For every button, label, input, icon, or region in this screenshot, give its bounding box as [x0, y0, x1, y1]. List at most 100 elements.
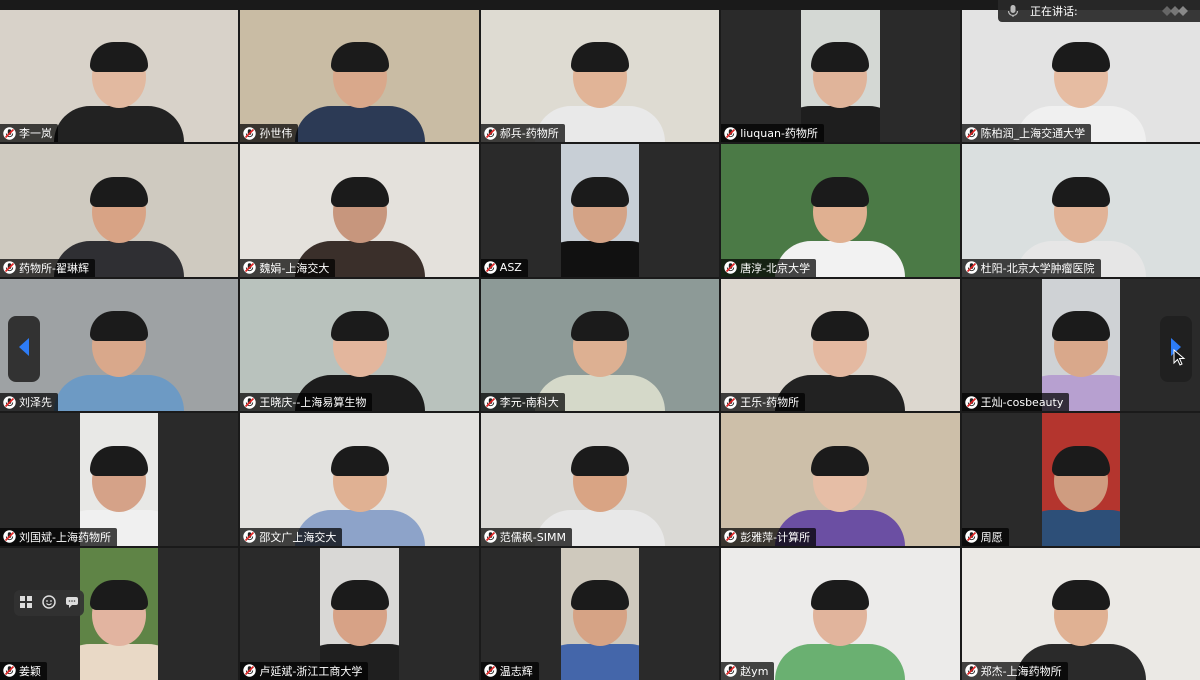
- participant-tile[interactable]: 郑杰-上海药物所: [961, 547, 1200, 680]
- participant-tile[interactable]: 王乐-药物所: [721, 278, 960, 412]
- participant-tile[interactable]: 邵文广上海交大: [240, 413, 479, 546]
- participant-tile[interactable]: 卢延斌-浙江工商大学: [240, 547, 479, 680]
- participant-tile[interactable]: 孙世伟: [240, 10, 479, 143]
- muted-mic-icon: [3, 261, 16, 274]
- emoji-icon[interactable]: [42, 594, 56, 613]
- muted-mic-icon: [484, 261, 497, 274]
- participant-tile[interactable]: 范儒枫-SIMM: [480, 413, 720, 546]
- gallery-grid: 李一岚 孙世伟 郝兵-药物所 liuquan-药物所 陈柏润_上海交通大学 药物…: [0, 10, 1200, 680]
- participant-video: [721, 413, 960, 546]
- participant-name-tag: 范儒枫-SIMM: [480, 527, 572, 546]
- participant-video: [0, 144, 239, 277]
- participant-name: 彭雅萍-计算所: [740, 530, 811, 544]
- muted-mic-icon: [724, 664, 737, 678]
- participant-name: 陈柏润_上海交通大学: [980, 127, 1086, 141]
- participant-video: [721, 144, 960, 277]
- participant-video: [240, 413, 479, 546]
- participant-name-tag: 陈柏润_上海交通大学: [961, 124, 1092, 143]
- muted-mic-icon: [243, 395, 257, 409]
- muted-mic-icon: [724, 395, 737, 409]
- participant-name-tag: 王灿-cosbeauty: [961, 393, 1070, 412]
- muted-mic-icon: [3, 664, 16, 678]
- muted-mic-icon: [243, 664, 257, 678]
- tile-toolbar: [14, 590, 84, 616]
- participant-name-tag: 温志辉: [480, 661, 539, 680]
- participant-video: [560, 144, 640, 277]
- participant-video: [721, 547, 960, 680]
- participant-tile[interactable]: 唐淳-北京大学: [721, 144, 960, 277]
- participant-video: [801, 10, 880, 143]
- participant-name-tag: 周愿: [961, 527, 1009, 546]
- participant-name-tag: 邵文广上海交大: [240, 527, 343, 546]
- muted-mic-icon: [964, 664, 978, 678]
- mouse-cursor-icon: [1173, 348, 1187, 367]
- participant-name: 魏娟-上海交大: [259, 261, 330, 275]
- participant-name: 邵文广上海交大: [259, 530, 337, 544]
- participant-video: [480, 278, 720, 412]
- participant-tile[interactable]: 王晓庆--上海易算生物: [240, 278, 479, 412]
- participant-name-tag: ASZ: [480, 258, 528, 277]
- participant-tile[interactable]: 陈柏润_上海交通大学: [961, 10, 1200, 143]
- participant-name: 李元-南科大: [499, 396, 559, 410]
- grid-icon[interactable]: [19, 594, 33, 613]
- muted-mic-icon: [484, 664, 497, 678]
- participant-name: 王晓庆--上海易算生物: [259, 396, 367, 410]
- participant-tile[interactable]: 李元-南科大: [480, 278, 720, 412]
- participant-name: 卢延斌-浙江工商大学: [259, 664, 363, 678]
- participant-name-tag: 卢延斌-浙江工商大学: [240, 661, 369, 680]
- participant-name-tag: 刘国斌-上海药物所: [0, 527, 117, 546]
- participant-video: [961, 144, 1200, 277]
- participant-tile[interactable]: 魏娟-上海交大: [240, 144, 479, 277]
- participant-video: [961, 547, 1200, 680]
- participant-tile[interactable]: 彭雅萍-计算所: [721, 413, 960, 546]
- participant-tile[interactable]: 药物所-翟琳辉: [0, 144, 239, 277]
- participant-tile[interactable]: ASZ: [480, 144, 720, 277]
- gallery-view-icon[interactable]: [1160, 4, 1190, 18]
- participant-name: 刘泽先: [19, 396, 52, 410]
- participant-name-tag: 彭雅萍-计算所: [721, 527, 817, 546]
- participant-video: [0, 10, 239, 143]
- participant-tile[interactable]: 赵ym: [721, 547, 960, 680]
- participant-name: 王乐-药物所: [740, 396, 800, 410]
- previous-page-button[interactable]: [8, 316, 40, 382]
- participant-name-tag: 孙世伟: [240, 124, 299, 143]
- chat-icon[interactable]: [65, 594, 79, 613]
- participant-tile[interactable]: 周愿: [961, 413, 1200, 546]
- participant-name: 范儒枫-SIMM: [499, 530, 566, 544]
- participant-name-tag: 赵ym: [721, 661, 775, 680]
- participant-name: 赵ym: [740, 664, 769, 678]
- participant-tile[interactable]: liuquan-药物所: [721, 10, 960, 143]
- participant-name: ASZ: [499, 261, 522, 275]
- muted-mic-icon: [724, 530, 737, 543]
- participant-video: [560, 547, 640, 680]
- participant-name: 王灿-cosbeauty: [980, 396, 1064, 410]
- active-speaker-bar: 正在讲话:: [998, 0, 1200, 22]
- participant-name: 药物所-翟琳辉: [19, 261, 89, 275]
- participant-video: [480, 10, 720, 143]
- participant-tile[interactable]: 刘国斌-上海药物所: [0, 413, 239, 546]
- muted-mic-icon: [964, 127, 978, 140]
- participant-name-tag: 郝兵-药物所: [480, 124, 565, 143]
- participant-tile[interactable]: 杜阳-北京大学肿瘤医院: [961, 144, 1200, 277]
- participant-video: [80, 413, 159, 546]
- participant-name-tag: 魏娟-上海交大: [240, 258, 336, 277]
- participant-name: 杜阳-北京大学肿瘤医院: [980, 261, 1095, 275]
- muted-mic-icon: [964, 530, 978, 543]
- participant-tile[interactable]: 温志辉: [480, 547, 720, 680]
- participant-tile[interactable]: 郝兵-药物所: [480, 10, 720, 143]
- participant-name-tag: liuquan-药物所: [721, 124, 824, 143]
- participant-name-tag: 药物所-翟琳辉: [0, 258, 95, 277]
- participant-name-tag: 姜颖: [0, 661, 47, 680]
- participant-name: 李一岚: [19, 127, 52, 141]
- muted-mic-icon: [724, 261, 737, 274]
- participant-name: 郑杰-上海药物所: [980, 664, 1062, 678]
- muted-mic-icon: [484, 395, 497, 409]
- participant-name-tag: 郑杰-上海药物所: [961, 661, 1068, 680]
- muted-mic-icon: [3, 127, 16, 140]
- participant-video: [240, 144, 479, 277]
- participant-tile[interactable]: 李一岚: [0, 10, 239, 143]
- muted-mic-icon: [724, 127, 737, 140]
- participant-video: [480, 413, 720, 546]
- participant-video: [721, 278, 960, 412]
- participant-name-tag: 李元-南科大: [480, 393, 565, 412]
